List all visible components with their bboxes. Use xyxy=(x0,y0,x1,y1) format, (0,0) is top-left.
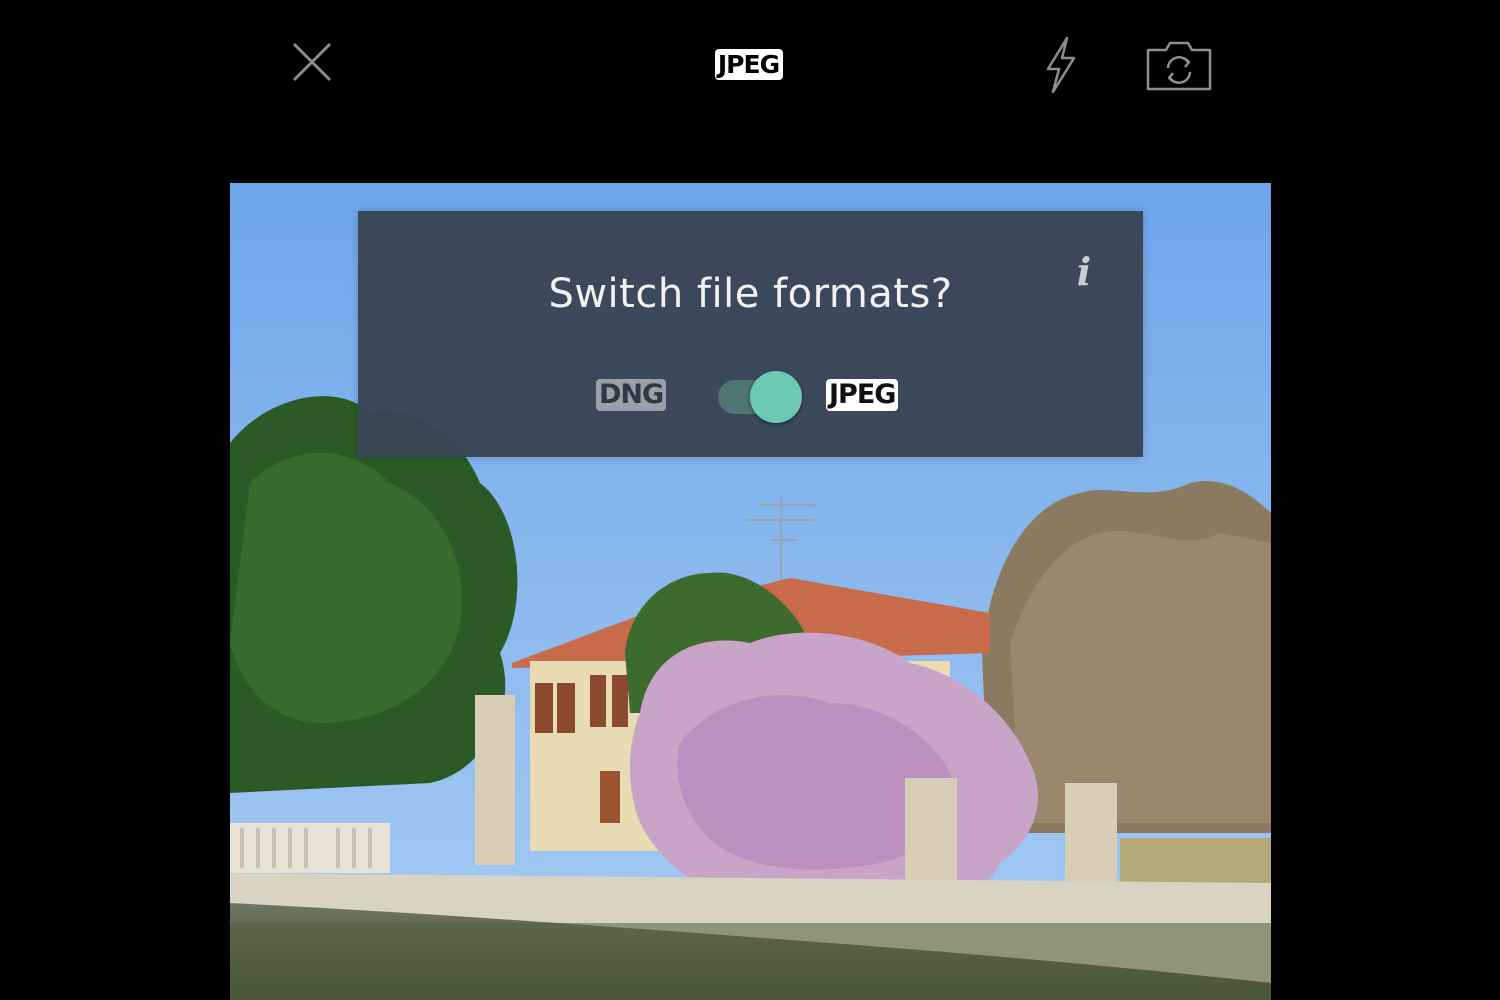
flash-button[interactable] xyxy=(1032,34,1088,96)
info-icon: i xyxy=(1076,249,1092,294)
camera-flip-button[interactable] xyxy=(1140,36,1218,96)
switch-format-dialog: Switch file formats? i DNG JPEG xyxy=(358,211,1143,457)
toggle-knob xyxy=(750,371,802,423)
top-toolbar: JPEG xyxy=(0,0,1500,130)
info-button[interactable]: i xyxy=(1066,247,1102,297)
format-toggle[interactable] xyxy=(718,371,804,423)
jpeg-option[interactable]: JPEG xyxy=(826,379,899,412)
file-format-badge: JPEG xyxy=(714,48,784,80)
close-button[interactable] xyxy=(284,34,340,90)
close-icon xyxy=(292,42,332,82)
file-format-button[interactable]: JPEG xyxy=(706,40,792,88)
camera-flip-icon xyxy=(1146,41,1212,91)
flash-icon xyxy=(1046,36,1076,94)
dialog-title: Switch file formats? xyxy=(548,271,953,317)
dng-option[interactable]: DNG xyxy=(596,379,667,412)
camera-screen: JPEG Switch file formats? i DNG JPEG xyxy=(0,0,1500,1000)
